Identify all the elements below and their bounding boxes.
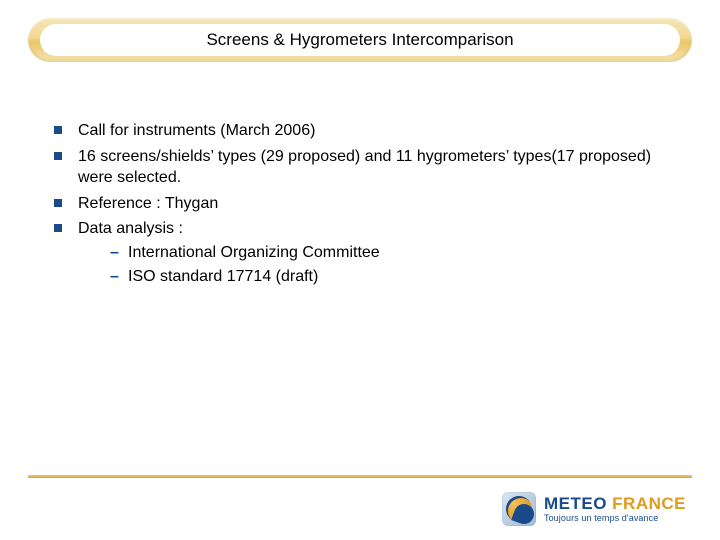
logo-tagline: Toujours un temps d'avance	[544, 514, 686, 523]
sub-list: International Organizing Committee ISO s…	[78, 242, 670, 287]
footer-divider	[28, 475, 692, 478]
bullet-item: 16 screens/shields’ types (29 proposed) …	[50, 146, 670, 189]
sub-text: International Organizing Committee	[128, 244, 380, 261]
bullet-item: Call for instruments (March 2006)	[50, 120, 670, 142]
bullet-text: Data analysis :	[78, 220, 183, 237]
sub-item: International Organizing Committee	[106, 242, 670, 264]
bullet-list: Call for instruments (March 2006) 16 scr…	[50, 120, 670, 287]
logo-wordmark: METEO FRANCE	[544, 495, 686, 512]
logo-text-block: METEO FRANCE Toujours un temps d'avance	[544, 495, 686, 523]
bullet-item: Data analysis : International Organizing…	[50, 218, 670, 287]
logo-suffix: FRANCE	[612, 494, 686, 513]
sub-item: ISO standard 17714 (draft)	[106, 266, 670, 288]
footer-logo: METEO FRANCE Toujours un temps d'avance	[502, 492, 686, 526]
bullet-text: 16 screens/shields’ types (29 proposed) …	[78, 148, 651, 187]
page-title: Screens & Hygrometers Intercomparison	[206, 30, 513, 50]
title-band: Screens & Hygrometers Intercomparison	[28, 18, 692, 62]
meteo-france-logo-icon	[502, 492, 536, 526]
content-area: Call for instruments (March 2006) 16 scr…	[50, 120, 670, 291]
bullet-text: Call for instruments (March 2006)	[78, 122, 315, 139]
bullet-text: Reference : Thygan	[78, 195, 218, 212]
sub-text: ISO standard 17714 (draft)	[128, 268, 318, 285]
bullet-item: Reference : Thygan	[50, 193, 670, 215]
logo-prefix: METEO	[544, 494, 607, 513]
